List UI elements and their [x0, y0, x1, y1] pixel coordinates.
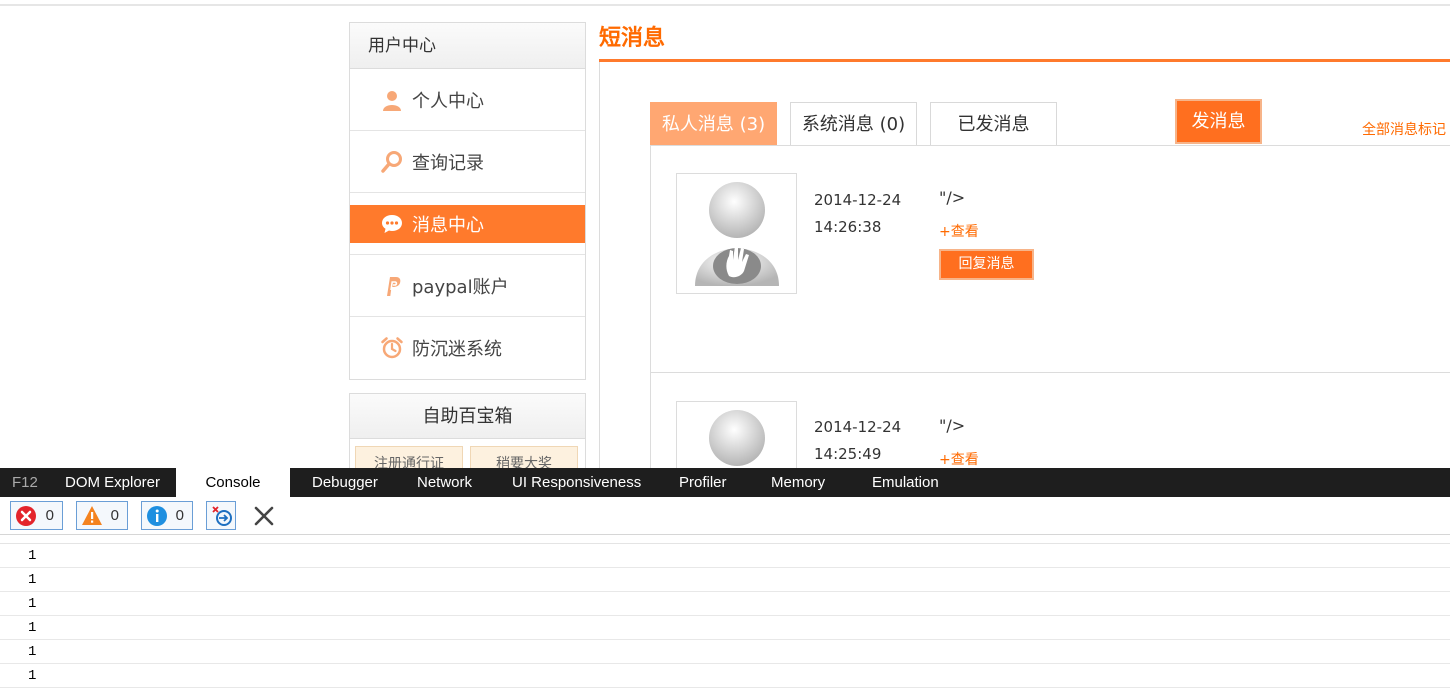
sidebar-item-label: 查询记录: [412, 153, 484, 174]
message-time: 14:26:38: [814, 218, 882, 236]
message-subject: "/>: [939, 188, 966, 207]
sidebar-title: 用户中心: [350, 23, 585, 69]
default-avatar-icon: [709, 410, 765, 466]
user-icon: [383, 91, 401, 111]
alarm-clock-icon: [381, 337, 403, 359]
chat-icon: [382, 215, 402, 233]
errors-count: 0: [45, 507, 54, 524]
clear-on-navigate-icon: [212, 506, 232, 526]
tab-profiler[interactable]: Profiler: [679, 468, 727, 497]
warnings-filter-button[interactable]: 0: [76, 501, 128, 530]
tab-private-messages[interactable]: 私人消息 (3): [650, 102, 777, 145]
tab-console[interactable]: Console: [176, 468, 290, 497]
console-toolbar: 0 0 0: [0, 497, 1450, 535]
console-log-line: 1: [0, 592, 1450, 616]
sidebar-item-label: paypal账户: [412, 277, 509, 298]
sidebar-item-label: 个人中心: [412, 91, 484, 112]
error-icon: [16, 506, 36, 526]
send-message-button[interactable]: 发消息: [1175, 99, 1262, 144]
tab-ui-responsiveness[interactable]: UI Responsiveness: [512, 468, 641, 497]
message-date: 2014-12-24: [814, 191, 902, 209]
console-log-line: 1: [0, 664, 1450, 688]
warning-icon: [82, 506, 102, 525]
f12-developer-tools: F12 DOM Explorer Console Debugger Networ…: [0, 468, 1450, 688]
reply-message-button[interactable]: 回复消息: [939, 249, 1034, 280]
top-divider: [0, 4, 1450, 6]
view-message-link[interactable]: +查看: [939, 221, 979, 241]
avatar: [676, 401, 797, 468]
clear-console-icon[interactable]: [251, 503, 277, 529]
sidebar-item-paypal[interactable]: paypal账户: [350, 255, 585, 317]
web-page: 用户中心 个人中心 查询记录 消息中心 paypal账户 防沉迷系统 自助百宝箱…: [0, 0, 1450, 468]
tab-dom-explorer[interactable]: DOM Explorer: [65, 468, 160, 497]
info-filter-button[interactable]: 0: [141, 501, 193, 530]
warnings-count: 0: [110, 507, 119, 524]
clear-on-navigate-button[interactable]: [206, 501, 236, 530]
console-log-line: 1: [0, 640, 1450, 664]
sidebar-item-messages[interactable]: 消息中心: [350, 193, 585, 255]
self-service-toolbox: 自助百宝箱 注册通行证 稍要大奖: [349, 393, 586, 468]
errors-filter-button[interactable]: 0: [10, 501, 63, 530]
user-center-sidebar: 用户中心 个人中心 查询记录 消息中心 paypal账户 防沉迷系统: [349, 22, 586, 380]
message-date: 2014-12-24: [814, 418, 902, 436]
paypal-icon: [387, 277, 401, 296]
tab-debugger[interactable]: Debugger: [312, 468, 378, 497]
message-time: 14:25:49: [814, 445, 882, 463]
tab-network[interactable]: Network: [417, 468, 472, 497]
f12-label: F12: [12, 474, 38, 491]
message-subject: "/>: [939, 416, 966, 435]
info-count: 0: [175, 507, 184, 524]
mark-all-read-link[interactable]: 全部消息标记: [1362, 119, 1446, 139]
toolbox-title: 自助百宝箱: [350, 394, 585, 439]
default-avatar-icon: [695, 182, 779, 286]
tab-sent-messages[interactable]: 已发消息: [930, 102, 1057, 145]
view-message-link[interactable]: +查看: [939, 449, 979, 468]
console-log-line: 1: [0, 616, 1450, 640]
toolbox-button-register[interactable]: 注册通行证: [355, 446, 463, 468]
console-output: 1 1 1 1 1 1: [0, 543, 1450, 688]
page-title: 短消息: [599, 26, 666, 51]
avatar: [676, 173, 797, 294]
devtools-tab-bar: F12 DOM Explorer Console Debugger Networ…: [0, 468, 1450, 497]
sidebar-item-profile[interactable]: 个人中心: [350, 69, 585, 131]
sidebar-item-anti-addiction[interactable]: 防沉迷系统: [350, 317, 585, 379]
info-icon: [147, 506, 167, 526]
tab-emulation[interactable]: Emulation: [872, 468, 939, 497]
console-log-line: 1: [0, 544, 1450, 568]
sidebar-item-query-history[interactable]: 查询记录: [350, 131, 585, 193]
console-log-line: 1: [0, 568, 1450, 592]
toolbox-button-prize[interactable]: 稍要大奖: [470, 446, 578, 468]
message-divider: [650, 372, 1450, 373]
sidebar-item-label: 消息中心: [412, 215, 484, 236]
search-icon: [381, 151, 402, 173]
tab-system-messages[interactable]: 系统消息 (0): [790, 102, 917, 145]
tab-memory[interactable]: Memory: [771, 468, 825, 497]
sidebar-item-label: 防沉迷系统: [412, 339, 502, 360]
